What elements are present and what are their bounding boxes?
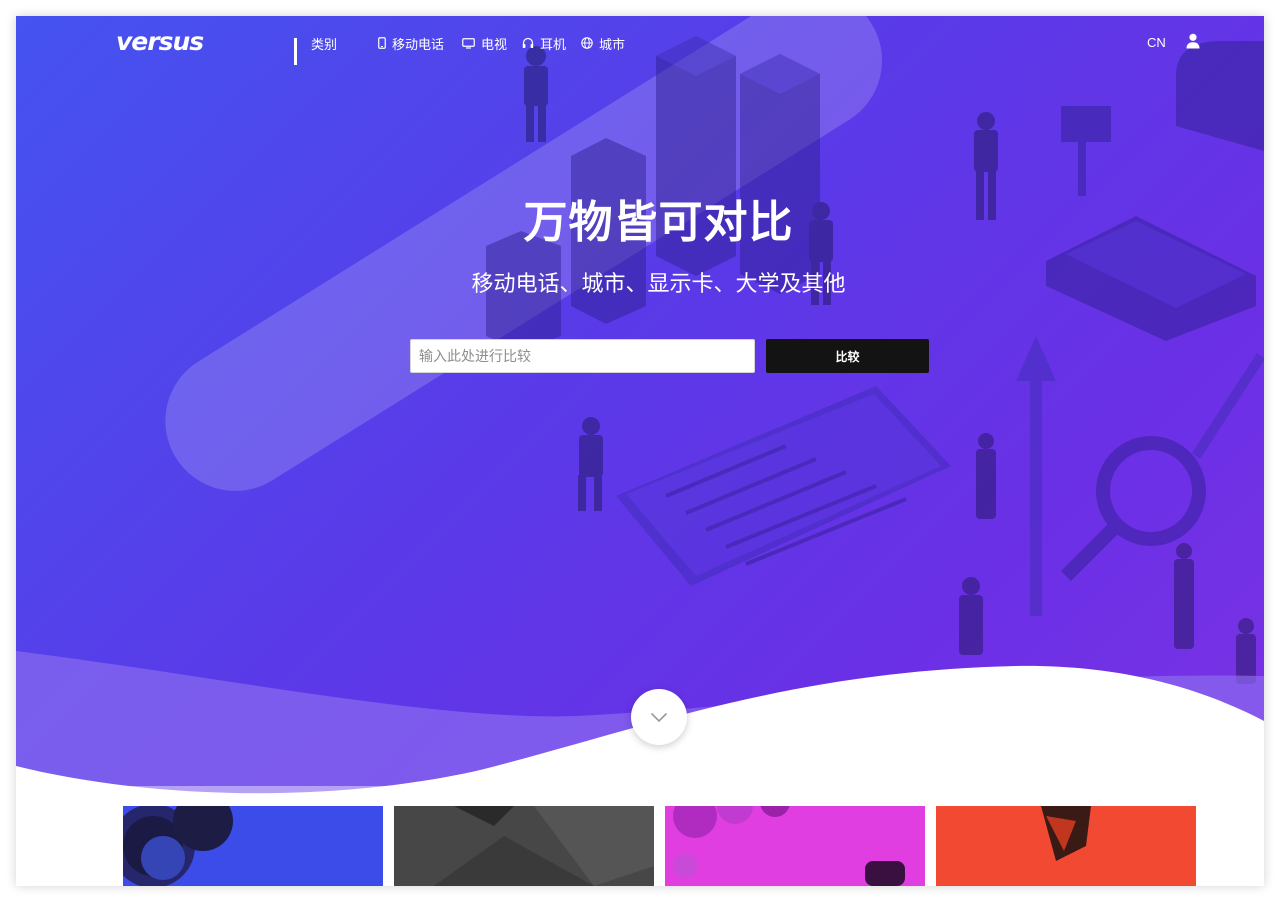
tv-icon (462, 37, 475, 49)
user-icon[interactable] (1186, 33, 1200, 49)
nav-item-cities[interactable]: 城市 (581, 34, 625, 52)
scroll-down-button[interactable] (631, 689, 687, 745)
category-card-other[interactable] (936, 806, 1196, 886)
category-card-headphones[interactable] (123, 806, 383, 886)
nav-categories-label: 类别 (311, 36, 338, 52)
category-card-earbuds[interactable] (665, 806, 925, 886)
tv-image (434, 806, 654, 886)
hero-title: 万物皆可对比 (523, 198, 794, 247)
nav-item-tv[interactable]: 电视 (462, 34, 507, 52)
compare-button[interactable]: 比较 (766, 339, 929, 373)
compare-search-input[interactable] (410, 339, 755, 373)
language-switch[interactable]: CN (1147, 35, 1166, 50)
nav-item-headphones[interactable]: 耳机 (522, 34, 566, 52)
browser-viewport: versus 类别 移动电话 电视 耳机 城市 CN 万物皆可对比 移动电话、城… (16, 16, 1264, 886)
category-card-tv[interactable] (394, 806, 654, 886)
headphones-icon (522, 37, 534, 48)
grid-icon (294, 37, 305, 65)
chevron-down-icon (650, 712, 668, 722)
phone-icon (378, 37, 386, 49)
hero-subtitle: 移动电话、城市、显示卡、大学及其他 (471, 271, 846, 296)
nav-item-label: 移动电话 (392, 36, 445, 52)
category-cards (123, 806, 1196, 886)
headphones-image (123, 806, 233, 886)
nav-item-label: 城市 (599, 36, 626, 52)
product-image (1041, 806, 1091, 861)
nav-categories[interactable]: 类别 (294, 34, 338, 65)
top-navbar: versus 类别 移动电话 电视 耳机 城市 CN (16, 16, 1264, 70)
nav-item-phones[interactable]: 移动电话 (378, 34, 444, 52)
nav-item-label: 耳机 (540, 36, 567, 52)
versus-logo[interactable]: versus (116, 27, 204, 56)
earbuds-image (673, 806, 905, 886)
globe-icon (581, 37, 593, 49)
nav-item-label: 电视 (481, 36, 508, 52)
